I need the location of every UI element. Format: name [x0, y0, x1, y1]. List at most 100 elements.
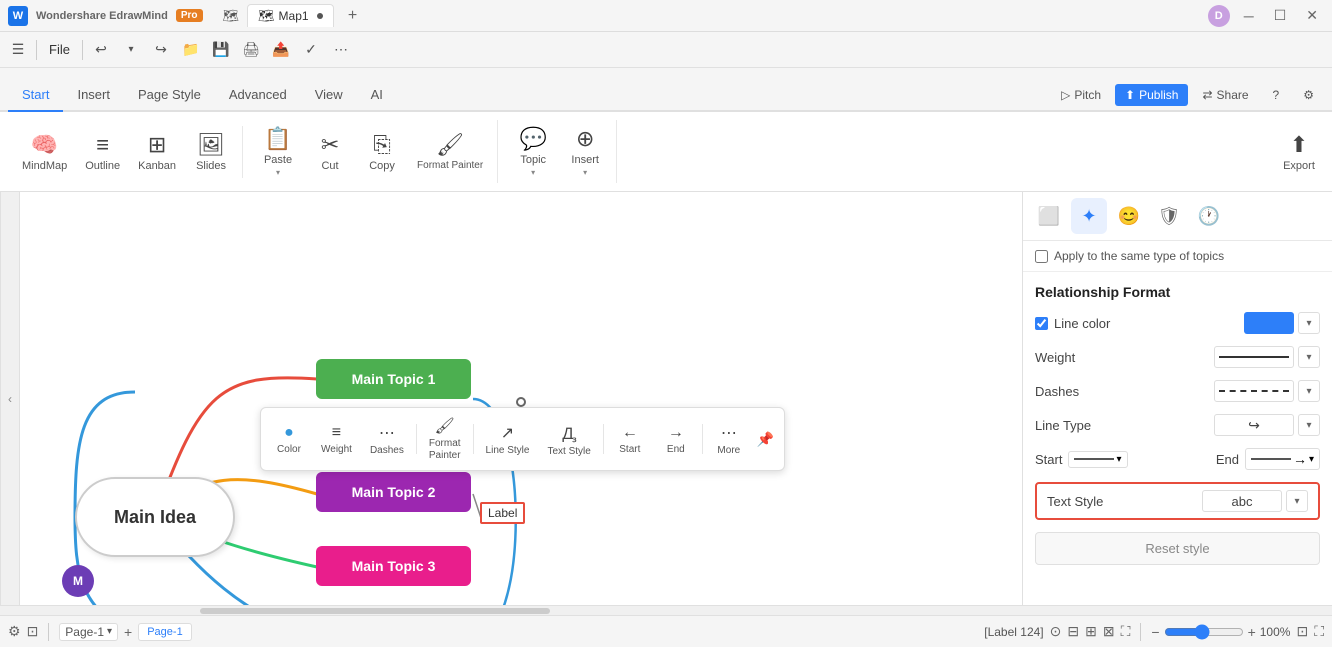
check-button[interactable]: ✓ — [297, 36, 325, 64]
weight-dropdown[interactable]: ▾ — [1298, 346, 1320, 368]
view-group: 🧠 MindMap ≡ Outline ⊞ Kanban 🖼 Slides — [8, 126, 243, 178]
minimize-button[interactable]: ─ — [1238, 6, 1260, 26]
line-color-dropdown[interactable]: ▾ — [1298, 312, 1320, 334]
line-color-checkbox[interactable] — [1035, 317, 1048, 330]
dashes-dropdown[interactable]: ▾ — [1298, 380, 1320, 402]
bottom-logo: M — [62, 565, 94, 597]
reset-style-button[interactable]: Reset style — [1035, 532, 1320, 565]
page-select-dropdown[interactable]: Page-1 ▾ — [59, 623, 118, 641]
panel-icon-shape[interactable]: ⬜ — [1031, 198, 1067, 234]
topic2-node[interactable]: Main Topic 2 — [316, 472, 471, 512]
apply-checkbox[interactable] — [1035, 250, 1048, 263]
share-file-button[interactable]: 📤 — [267, 36, 295, 64]
close-button[interactable]: ✕ — [1300, 5, 1324, 26]
save-button[interactable]: 💾 — [207, 36, 235, 64]
connector-dot-1[interactable] — [516, 397, 526, 407]
panel-toggle-button[interactable]: ‹ — [0, 192, 20, 605]
cut-button[interactable]: ✂ Cut — [305, 126, 355, 178]
ft-color-button[interactable]: ● Color — [267, 420, 311, 459]
bb-settings-icon[interactable]: ⚙ — [8, 623, 21, 640]
ft-more-button[interactable]: ⋯ More — [707, 419, 751, 460]
outline-button[interactable]: ≡ Outline — [77, 126, 128, 178]
fit-button[interactable]: ⊡ — [1296, 623, 1308, 640]
ft-start-button[interactable]: ← Start — [608, 420, 652, 459]
ft-pin-button[interactable]: 📌 — [753, 427, 778, 452]
undo-arrow-button[interactable]: ▾ — [117, 36, 145, 64]
canvas[interactable]: Main Idea Main Topic 1 Main Topic 2 Main… — [20, 192, 1022, 605]
map-tab[interactable]: 🗺 Map1 — [247, 4, 334, 27]
end-selector[interactable]: → ▾ — [1245, 448, 1320, 470]
add-page-button[interactable]: + — [124, 624, 132, 640]
ft-weight-button[interactable]: ≡ Weight — [313, 420, 360, 459]
export-button[interactable]: ⬆ Export — [1274, 126, 1324, 178]
user-avatar[interactable]: D — [1208, 5, 1230, 27]
line-color-swatch[interactable] — [1244, 312, 1294, 334]
format-painter-button[interactable]: 🖌 Format Painter — [409, 126, 491, 178]
ft-format-painter-button[interactable]: 🖌 FormatPainter — [421, 412, 469, 466]
paste-icon: 📋 — [264, 126, 291, 152]
ft-text-style-button[interactable]: Ꚉ Text Style — [539, 418, 598, 461]
zoom-in-button[interactable]: + — [1248, 624, 1256, 640]
toolbar-right: ⬆ Export — [1274, 126, 1324, 178]
topic-button[interactable]: 💬 Topic ▾ — [508, 120, 558, 183]
bb-layout-icon[interactable]: ⊡ — [27, 623, 39, 640]
fullscreen-button[interactable]: ⛶ — [1314, 623, 1324, 640]
bb-icon-2[interactable]: ⊟ — [1067, 623, 1079, 640]
paste-button[interactable]: 📋 Paste ▾ — [253, 120, 303, 183]
topic3-node[interactable]: Main Topic 3 — [316, 546, 471, 586]
text-style-box: Text Style abc ▾ — [1035, 482, 1320, 520]
ft-dashes-button[interactable]: ⋯ Dashes — [362, 419, 412, 460]
mindmap-button[interactable]: 🧠 MindMap — [14, 126, 75, 178]
horizontal-scrollbar[interactable] — [0, 605, 1332, 615]
panel-icon-clock[interactable]: 🕐 — [1191, 198, 1227, 234]
undo-button[interactable]: ↩ — [87, 36, 115, 64]
bb-icon-3[interactable]: ⊞ — [1085, 623, 1097, 640]
tab-advanced[interactable]: Advanced — [215, 79, 301, 112]
line-type-dropdown[interactable]: ▾ — [1298, 414, 1320, 436]
panel-section-title: Relationship Format — [1035, 284, 1320, 300]
main-idea-node[interactable]: Main Idea — [75, 477, 235, 557]
bb-icon-5[interactable]: ⛶ — [1121, 623, 1131, 640]
text-style-dropdown[interactable]: ▾ — [1286, 490, 1308, 512]
ft-end-button[interactable]: → End — [654, 420, 698, 459]
tab-ai[interactable]: AI — [357, 79, 397, 112]
copy-button[interactable]: ⎘ Copy — [357, 126, 407, 178]
restore-button[interactable]: ☐ — [1268, 5, 1293, 26]
publish-button[interactable]: ⬆ Publish — [1115, 84, 1188, 106]
outline-label: Outline — [85, 160, 120, 172]
print-button[interactable]: 🖨 — [237, 36, 265, 64]
ft-line-style-button[interactable]: ↗ Line Style — [478, 419, 538, 460]
app-menu-button[interactable]: ☰ — [4, 36, 32, 64]
tab-start[interactable]: Start — [8, 79, 63, 112]
panel-icon-shield[interactable]: 🛡 — [1151, 198, 1187, 234]
more-menu-button[interactable]: ⋯ — [327, 36, 355, 64]
folder-open-button[interactable]: 📁 — [177, 36, 205, 64]
start-selector[interactable]: ▾ — [1068, 451, 1127, 468]
help-button[interactable]: ? — [1263, 84, 1290, 106]
topic1-node[interactable]: Main Topic 1 — [316, 359, 471, 399]
bb-icon-1[interactable]: ⊙ — [1050, 623, 1062, 640]
settings-button[interactable]: ⚙ — [1293, 84, 1324, 106]
title-bar: W Wondershare EdrawMind Pro 🗺 🗺 Map1 + D… — [0, 0, 1332, 32]
share-button[interactable]: ⇄ Share — [1192, 84, 1258, 106]
tab-dot — [317, 13, 323, 19]
panel-icon-ai[interactable]: ✦ — [1071, 198, 1107, 234]
insert-button[interactable]: ⊕ Insert ▾ — [560, 120, 610, 183]
slides-button[interactable]: 🖼 Slides — [186, 126, 236, 178]
kanban-button[interactable]: ⊞ Kanban — [130, 126, 184, 178]
bb-icon-4[interactable]: ⊠ — [1103, 623, 1115, 640]
pitch-button[interactable]: ▷ Pitch — [1051, 84, 1111, 106]
zoom-slider[interactable] — [1164, 624, 1244, 640]
scroll-thumb[interactable] — [200, 608, 550, 614]
redo-button[interactable]: ↪ — [147, 36, 175, 64]
page-tab[interactable]: Page-1 — [138, 623, 191, 641]
tab-page-style[interactable]: Page Style — [124, 79, 215, 112]
map-tab-icon: 🗺 — [258, 8, 275, 24]
panel-icon-emoji[interactable]: 😊 — [1111, 198, 1147, 234]
zoom-out-button[interactable]: − — [1151, 624, 1159, 640]
tab-insert[interactable]: Insert — [63, 79, 124, 112]
tab-view[interactable]: View — [301, 79, 357, 112]
label-box[interactable]: Label — [480, 502, 525, 524]
file-menu[interactable]: File — [41, 38, 78, 61]
new-tab-button[interactable]: + — [342, 5, 364, 27]
